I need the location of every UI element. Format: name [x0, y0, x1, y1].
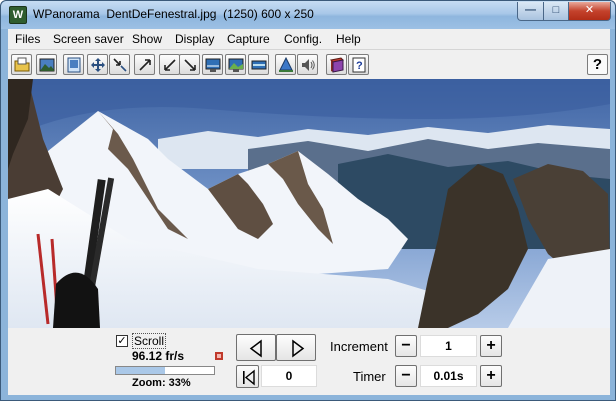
toolbar: ? ?: [8, 49, 610, 79]
increment-minus-button[interactable]: −: [395, 335, 417, 357]
expand-down-right-icon: [184, 59, 196, 71]
page-button[interactable]: [63, 54, 84, 75]
book-button[interactable]: [326, 54, 347, 75]
scroll-label[interactable]: Scroll: [132, 333, 167, 349]
app-icon[interactable]: W: [9, 6, 27, 24]
skip-start-icon: [243, 369, 255, 386]
timer-minus-button[interactable]: −: [395, 365, 417, 387]
panorama-view[interactable]: [8, 79, 610, 328]
menu-help[interactable]: Help: [336, 32, 361, 46]
go-to-start-button[interactable]: [236, 365, 259, 388]
open-folder-button[interactable]: [11, 54, 32, 75]
monitor-button[interactable]: [202, 54, 223, 75]
scroll-left-button[interactable]: [236, 334, 276, 361]
triangle-right-icon: [292, 339, 305, 358]
zoom-bar[interactable]: [115, 366, 215, 375]
increment-label: Increment: [330, 339, 388, 354]
frame-rate: 96.12 fr/s: [132, 349, 185, 363]
pyramid-button[interactable]: [275, 54, 296, 75]
timer-value[interactable]: 0.01s: [420, 365, 477, 387]
monitor-image-icon: [228, 58, 244, 72]
title-bar[interactable]: W WPanorama DentDeFenestral.jpg (1250) 6…: [1, 1, 615, 29]
menu-bar: Files Screen saver Show Display Capture …: [8, 29, 610, 49]
expand-down-right-button[interactable]: [179, 54, 200, 75]
sound-button[interactable]: [297, 54, 318, 75]
speaker-icon: [302, 59, 315, 71]
shrink-button[interactable]: [109, 54, 130, 75]
shrink-arrows-icon: [113, 58, 127, 72]
timer-label: Timer: [353, 369, 386, 384]
menu-screen-saver[interactable]: Screen saver: [53, 32, 124, 46]
close-button[interactable]: ✕: [568, 2, 611, 21]
minimize-button[interactable]: —: [517, 2, 544, 21]
load-image-button[interactable]: [36, 54, 57, 75]
menu-config[interactable]: Config.: [284, 32, 322, 46]
scroll-checkbox[interactable]: ✓: [116, 335, 128, 347]
open-folder-icon: [14, 57, 30, 72]
window-title: WPanorama DentDeFenestral.jpg (1250) 600…: [33, 7, 314, 21]
shrink-down-left-icon: [164, 59, 176, 71]
maximize-button[interactable]: □: [543, 2, 569, 21]
monitor-icon: [205, 58, 221, 72]
monitor-image-button[interactable]: [225, 54, 246, 75]
landscape-image-icon: [39, 58, 55, 72]
record-indicator-icon: [215, 352, 223, 360]
shrink-down-left-button[interactable]: [159, 54, 180, 75]
menu-capture[interactable]: Capture: [227, 32, 270, 46]
page-icon: [67, 57, 81, 73]
move-arrows-icon: [91, 58, 105, 72]
controls-panel: ✓ Scroll 96.12 fr/s Zoom: 33% 0 Incremen…: [8, 328, 610, 395]
monitor-wide-icon: [251, 60, 267, 70]
menu-show[interactable]: Show: [132, 32, 162, 46]
position-value: 0: [261, 365, 317, 387]
app-window: W WPanorama DentDeFenestral.jpg (1250) 6…: [0, 0, 616, 401]
timer-plus-button[interactable]: +: [480, 365, 502, 387]
pyramid-icon: [279, 57, 293, 72]
move-button[interactable]: [87, 54, 108, 75]
increment-plus-button[interactable]: +: [480, 335, 502, 357]
increment-value[interactable]: 1: [420, 335, 477, 357]
help-page-button[interactable]: ?: [348, 54, 369, 75]
monitor-wide-button[interactable]: [248, 54, 269, 75]
panorama-image: [8, 79, 610, 328]
help-page-icon: ?: [352, 57, 366, 73]
book-icon: [329, 57, 345, 73]
expand-up-right-icon: [139, 59, 151, 71]
menu-display[interactable]: Display: [175, 32, 214, 46]
zoom-level: Zoom: 33%: [132, 377, 191, 389]
help-button[interactable]: ?: [587, 54, 608, 75]
expand-up-right-button[interactable]: [134, 54, 155, 75]
menu-files[interactable]: Files: [15, 32, 40, 46]
svg-text:?: ?: [356, 60, 363, 72]
triangle-left-icon: [249, 339, 262, 358]
zoom-fill: [116, 367, 165, 374]
scroll-right-button[interactable]: [276, 334, 316, 361]
